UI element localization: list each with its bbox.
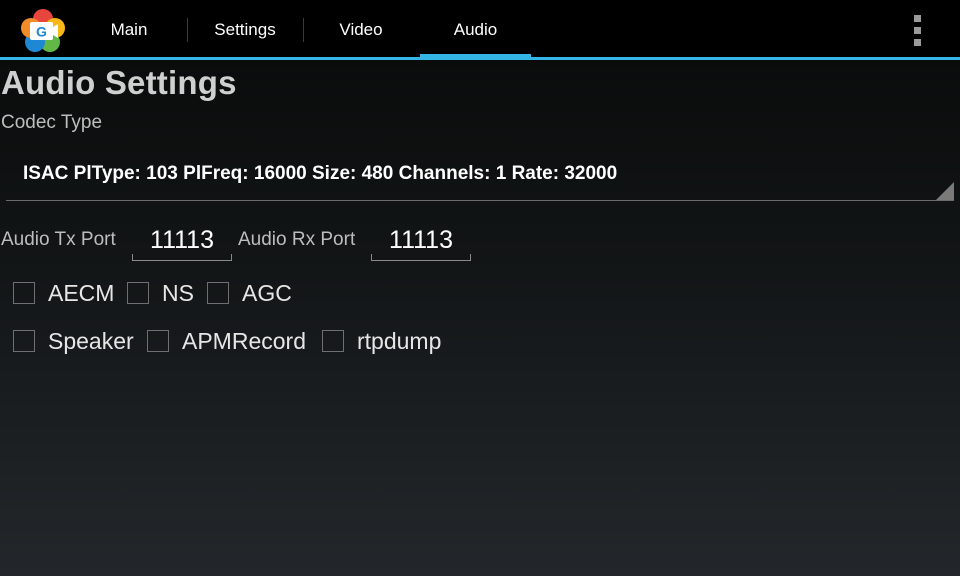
agc-label: AGC <box>242 280 292 306</box>
rtpdump-label: rtpdump <box>357 328 442 354</box>
page-title: Audio Settings <box>1 64 237 101</box>
checkbox-icon <box>13 282 35 304</box>
codec-type-label: Codec Type <box>1 112 103 133</box>
tab-video-label: Video <box>339 20 383 39</box>
svg-text:G: G <box>36 24 47 40</box>
tab-video[interactable]: Video <box>306 0 416 57</box>
checkbox-icon <box>13 330 35 352</box>
aecm-checkbox[interactable]: AECM <box>13 280 123 310</box>
dropdown-arrow-icon <box>936 182 954 200</box>
tab-audio[interactable]: Audio <box>420 0 531 60</box>
checkbox-icon <box>127 282 149 304</box>
codec-type-dropdown[interactable]: ISAC PlType: 103 PlFreq: 16000 Size: 480… <box>6 150 954 201</box>
checkbox-icon <box>147 330 169 352</box>
tab-main[interactable]: Main <box>74 0 184 57</box>
apmrecord-checkbox[interactable]: APMRecord <box>147 328 313 358</box>
audio-rx-port-input[interactable] <box>371 220 471 261</box>
ns-checkbox[interactable]: NS <box>127 280 199 310</box>
apmrecord-label: APMRecord <box>182 328 306 354</box>
tab-settings-label: Settings <box>214 20 276 39</box>
rtpdump-checkbox[interactable]: rtpdump <box>322 328 452 358</box>
audio-rx-port-field-frame <box>371 220 471 261</box>
audio-rx-port-label: Audio Rx Port <box>238 229 356 250</box>
audio-tx-port-field-frame <box>132 220 232 261</box>
tab-main-label: Main <box>110 20 148 39</box>
tab-settings[interactable]: Settings <box>190 0 300 57</box>
checkbox-icon <box>207 282 229 304</box>
ns-label: NS <box>162 280 194 306</box>
aecm-label: AECM <box>48 280 115 306</box>
action-bar: G Main Settings Video Audio <box>0 0 960 60</box>
tab-divider <box>303 18 304 42</box>
overflow-menu-icon[interactable] <box>904 12 932 48</box>
audio-tx-port-label: Audio Tx Port <box>1 229 116 250</box>
speaker-label: Speaker <box>48 328 134 354</box>
tab-divider <box>187 18 188 42</box>
speaker-checkbox[interactable]: Speaker <box>13 328 139 358</box>
checkbox-icon <box>322 330 344 352</box>
tab-audio-label: Audio <box>453 20 498 39</box>
webrtc-logo-icon[interactable]: G <box>19 8 67 54</box>
agc-checkbox[interactable]: AGC <box>207 280 297 310</box>
codec-type-value: ISAC PlType: 103 PlFreq: 16000 Size: 480… <box>23 163 618 184</box>
audio-tx-port-input[interactable] <box>132 220 232 261</box>
